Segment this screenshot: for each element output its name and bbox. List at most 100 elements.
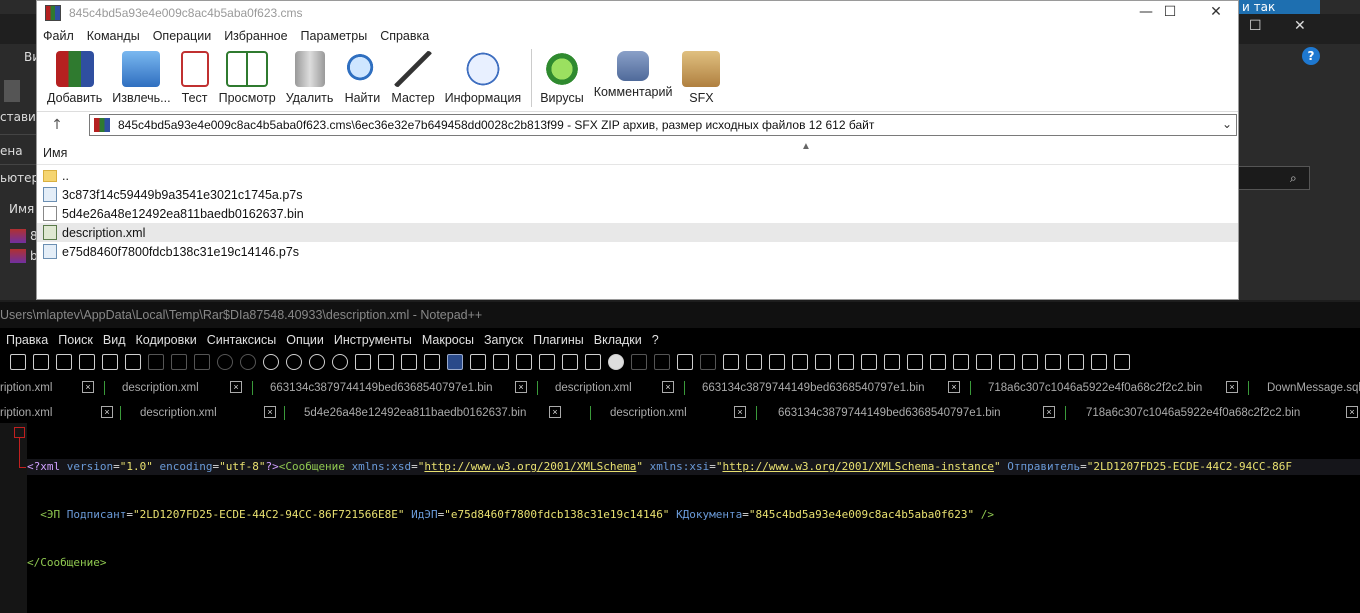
paste-icon[interactable] (194, 354, 210, 370)
prev-icon[interactable] (792, 354, 808, 370)
run-macro-multiple-icon[interactable] (677, 354, 693, 370)
list-item[interactable]: description.xml (37, 223, 1238, 242)
help-icon[interactable]: ? (1302, 47, 1320, 65)
menu-encoding[interactable]: Кодировки (136, 333, 197, 347)
delete-button[interactable]: Удалить (286, 47, 333, 105)
menu-help[interactable]: Справка (380, 29, 429, 43)
menu-search[interactable]: Поиск (58, 333, 93, 347)
fold-toggle-icon[interactable] (14, 427, 25, 438)
redo-icon[interactable] (240, 354, 256, 370)
monitor-icon[interactable] (585, 354, 601, 370)
new-file-icon[interactable] (10, 354, 26, 370)
close-all-icon[interactable] (102, 354, 118, 370)
close-icon[interactable]: ✕ (1294, 18, 1306, 34)
menu-about[interactable]: ? (652, 333, 659, 347)
find-button[interactable]: Найти (343, 47, 382, 105)
plugin-4-icon[interactable] (884, 354, 900, 370)
tab-bin-file[interactable]: 663134c3879744149bed6368540797e1.bin (778, 401, 1001, 425)
menu-commands[interactable]: Команды (87, 29, 140, 43)
close-button[interactable]: ✕ (1193, 1, 1239, 25)
tab-bin-file[interactable]: 718a6c307c1046a5922e4f0a68c2f2c2.bin (988, 376, 1202, 400)
tab-bin-file[interactable]: 5d4e26a48e12492ea811baedb0162637.bin (304, 401, 526, 425)
replace-icon[interactable] (286, 354, 302, 370)
plugin-3-icon[interactable] (861, 354, 877, 370)
up-arrow-icon[interactable]: ↑ (37, 117, 77, 133)
indent-guide-icon[interactable] (447, 354, 463, 370)
extract-button[interactable]: Извлечь... (112, 47, 171, 105)
function-list-icon[interactable] (539, 354, 555, 370)
folder-workspace-icon[interactable] (562, 354, 578, 370)
tab-close-icon[interactable]: × (101, 406, 113, 418)
tab-bin-file[interactable]: 718a6c307c1046a5922e4f0a68c2f2c2.bin (1086, 401, 1300, 425)
tab-close-icon[interactable]: × (662, 381, 674, 393)
menu-view[interactable]: Вид (103, 333, 126, 347)
column-header-name[interactable]: Имя ▲ (37, 141, 1238, 165)
language-icon[interactable] (470, 354, 486, 370)
tab-description-xml[interactable]: ription.xml (0, 376, 52, 400)
stop-record-icon[interactable] (631, 354, 647, 370)
plugin-2-icon[interactable] (746, 354, 762, 370)
view-button[interactable]: Просмотр (219, 47, 276, 105)
menu-tools[interactable]: Инструменты (334, 333, 412, 347)
plugin-1-icon[interactable] (723, 354, 739, 370)
save-macro-icon[interactable] (700, 354, 716, 370)
attr-url-value[interactable]: http://www.w3.org/2001/XMLSchema-instanc… (722, 460, 994, 473)
plugin-5-icon[interactable] (907, 354, 923, 370)
zoom-out-icon[interactable] (332, 354, 348, 370)
menu-file[interactable]: Файл (43, 29, 74, 43)
tab-bin-file[interactable]: 663134c3879744149bed6368540797e1.bin (702, 376, 925, 400)
save-icon[interactable] (33, 354, 49, 370)
tab-close-icon[interactable]: × (549, 406, 561, 418)
tab-close-icon[interactable]: × (734, 406, 746, 418)
undo-icon[interactable] (217, 354, 233, 370)
menu-operations[interactable]: Операции (153, 29, 211, 43)
sfx-button[interactable]: SFX (682, 47, 721, 105)
list-item[interactable]: .. (37, 166, 1238, 185)
play-macro-icon[interactable] (654, 354, 670, 370)
first-icon[interactable] (769, 354, 785, 370)
save-all-icon[interactable] (56, 354, 72, 370)
code-editor[interactable]: <?xml version="1.0" encoding="utf-8"?><С… (0, 423, 1360, 613)
search-input[interactable] (1238, 166, 1310, 190)
list-item[interactable]: e75d8460f7800fdcb138c31e19c14146.p7s (37, 242, 1238, 261)
chevron-down-icon[interactable]: ⌄ (1222, 117, 1232, 131)
menu-edit[interactable]: Правка (6, 333, 48, 347)
menu-options[interactable]: Параметры (301, 29, 368, 43)
show-all-chars-icon[interactable] (424, 354, 440, 370)
tab-description-xml[interactable]: ription.xml (0, 401, 52, 425)
tab-close-icon[interactable]: × (1346, 406, 1358, 418)
tab-close-icon[interactable]: × (515, 381, 527, 393)
zoom-in-icon[interactable] (309, 354, 325, 370)
plugin-8-icon[interactable] (976, 354, 992, 370)
menu-run[interactable]: Запуск (484, 333, 523, 347)
plugin-11-icon[interactable] (1045, 354, 1061, 370)
tab-close-icon[interactable]: × (1043, 406, 1055, 418)
virus-scan-button[interactable]: Вирусы (540, 47, 584, 105)
copy-icon[interactable] (171, 354, 187, 370)
list-item[interactable]: 5d4e26a48e12492ea811baedb0162637.bin (37, 204, 1238, 223)
comment-button[interactable]: Комментарий (594, 47, 672, 99)
tab-description-xml[interactable]: description.xml (122, 376, 199, 400)
search-icon[interactable]: ⌕ (1290, 171, 1297, 186)
tab-close-icon[interactable]: × (264, 406, 276, 418)
record-macro-icon[interactable] (608, 354, 624, 370)
tab-close-icon[interactable]: × (230, 381, 242, 393)
sync-vertical-icon[interactable] (355, 354, 371, 370)
last-icon[interactable] (838, 354, 854, 370)
address-field[interactable]: 845c4bd5a93e4e009c8ac4b5aba0f623.cms\6ec… (89, 114, 1237, 136)
maximize-button[interactable]: ☐ (1147, 1, 1193, 25)
wizard-button[interactable]: Мастер (391, 47, 435, 105)
plugin-14-icon[interactable] (1114, 354, 1130, 370)
test-button[interactable]: Тест (180, 47, 209, 105)
close-file-icon[interactable] (79, 354, 95, 370)
find-icon[interactable] (263, 354, 279, 370)
tab-description-xml[interactable]: description.xml (555, 376, 632, 400)
word-wrap-icon[interactable] (401, 354, 417, 370)
tab-close-icon[interactable]: × (948, 381, 960, 393)
plugin-6-icon[interactable] (930, 354, 946, 370)
plugin-12-icon[interactable] (1068, 354, 1084, 370)
list-item[interactable]: 3c873f14c59449b9a3541e3021c1745a.p7s (37, 185, 1238, 204)
tab-sql-file[interactable]: DownMessage.sql (1267, 376, 1360, 400)
tab-close-icon[interactable]: × (1226, 381, 1238, 393)
document-list-icon[interactable] (516, 354, 532, 370)
